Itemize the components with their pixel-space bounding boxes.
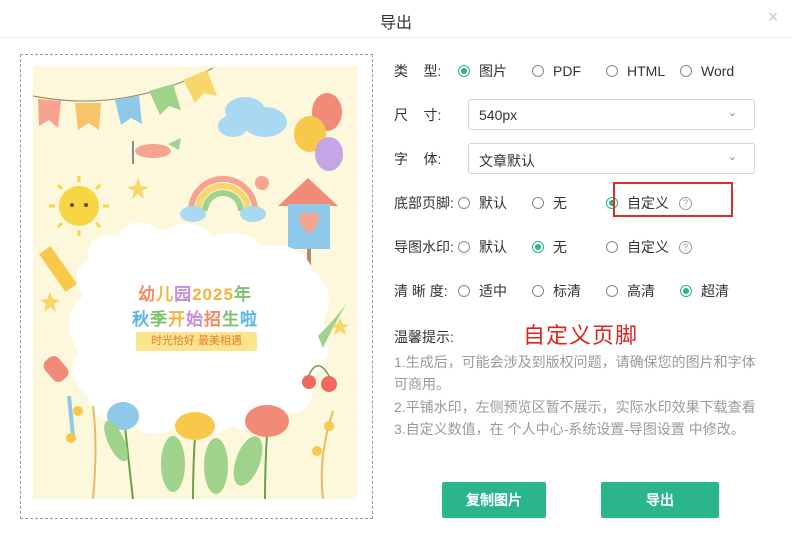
poster-title-char: 秋: [132, 310, 150, 329]
dialog-title: 导出: [379, 15, 412, 32]
tip-line: 可商用。: [394, 376, 450, 392]
size-label: 尺 寸:: [394, 107, 442, 123]
help-icon[interactable]: ?: [679, 240, 692, 254]
radio-icon: [532, 65, 544, 77]
radio-checked-icon: [532, 241, 544, 253]
option-label: 无: [553, 195, 567, 211]
radio-checked-icon: [680, 285, 692, 297]
poster-title-char: 2025: [192, 285, 234, 304]
tip-line: 3.自定义数值，在 个人中心-系统设置-导图设置 中修改。: [394, 421, 745, 437]
poster-preview: 幼儿园2025年 秋季开始招生啦 时光恰好 最美相遇: [33, 66, 357, 499]
option-label: 自定义: [627, 239, 669, 255]
font-select-value: 文章默认: [479, 153, 535, 169]
type-option-word[interactable]: Word: [680, 63, 734, 79]
poster-title-char: 园: [174, 285, 193, 304]
option-label: 适中: [479, 283, 507, 299]
radio-checked-icon: [458, 65, 470, 77]
poster-title-char: 开: [168, 310, 186, 329]
export-button[interactable]: 导出: [601, 482, 719, 518]
tip-line: 1.生成后，可能会涉及到版权问题，请确保您的图片和字体: [394, 354, 756, 370]
custom-footer-highlight: [613, 182, 733, 217]
watermark-option-custom[interactable]: 自定义?: [606, 237, 692, 257]
close-icon[interactable]: ×: [764, 8, 782, 26]
font-row: 字 体:: [394, 143, 458, 175]
tips-label: 温馨提示:: [394, 329, 454, 345]
poster-title-char: 啦: [240, 310, 258, 329]
custom-footer-annotation: 自定义页脚: [523, 324, 639, 349]
chevron-down-icon: ⌄: [727, 151, 737, 163]
watermark-option-none[interactable]: 无: [532, 237, 606, 257]
option-label: 图片: [479, 63, 507, 79]
watermark-option-default[interactable]: 默认: [458, 237, 532, 257]
poster-title-line2: 秋季开始招生啦: [33, 305, 357, 330]
option-label: 默认: [479, 195, 507, 211]
footer-option-none[interactable]: 无: [532, 193, 606, 213]
copy-image-button[interactable]: 复制图片: [442, 482, 546, 518]
poster-title-char: 儿: [156, 285, 175, 304]
clarity-option-medium[interactable]: 适中: [458, 281, 532, 301]
radio-icon: [606, 65, 618, 77]
option-label: HTML: [627, 63, 666, 79]
option-label: 超清: [701, 283, 729, 299]
poster-tagline: 时光恰好 最美相遇: [136, 332, 257, 351]
clarity-row: 清 晰 度: 适中 标清 高清 超清: [394, 275, 729, 307]
clarity-option-standard[interactable]: 标清: [532, 281, 606, 301]
size-select[interactable]: 540px ⌄: [468, 99, 755, 130]
radio-icon: [680, 65, 692, 77]
option-label: 默认: [479, 239, 507, 255]
radio-icon: [532, 285, 544, 297]
font-label: 字 体:: [394, 151, 442, 167]
option-label: 标清: [553, 283, 581, 299]
option-label: PDF: [553, 63, 581, 79]
type-row: 类 型: 图片 PDF HTML Word: [394, 55, 734, 87]
radio-icon: [606, 241, 618, 253]
tip-line: 2.平铺水印，左侧预览区暂不展示，实际水印效果下载查看: [394, 399, 756, 415]
poster-title-line1: 幼儿园2025年: [33, 280, 357, 305]
poster-title-char: 季: [150, 310, 168, 329]
preview-area: 幼儿园2025年 秋季开始招生啦 时光恰好 最美相遇: [20, 54, 373, 519]
clarity-label: 清 晰 度:: [394, 283, 448, 299]
poster-title-char: 招: [204, 310, 222, 329]
radio-icon: [532, 197, 544, 209]
poster-title-char: 年: [233, 285, 252, 304]
type-option-image[interactable]: 图片: [458, 61, 532, 81]
poster-title-char: 生: [222, 310, 240, 329]
option-label: 无: [553, 239, 567, 255]
type-option-html[interactable]: HTML: [606, 63, 680, 79]
clarity-option-ultra[interactable]: 超清: [680, 281, 729, 301]
chevron-down-icon: ⌄: [727, 107, 737, 119]
watermark-row: 导图水印: 默认 无 自定义?: [394, 231, 692, 263]
type-label: 类 型:: [394, 63, 442, 79]
option-label: 高清: [627, 283, 655, 299]
radio-icon: [458, 241, 470, 253]
poster-title-char: 始: [186, 310, 204, 329]
poster-title-char: 幼: [138, 285, 157, 304]
footer-label: 底部页脚:: [394, 195, 454, 211]
radio-icon: [606, 285, 618, 297]
size-row: 尺 寸:: [394, 99, 458, 131]
clarity-option-high[interactable]: 高清: [606, 281, 680, 301]
dialog-header: 导出 ×: [0, 0, 792, 38]
footer-option-default[interactable]: 默认: [458, 193, 532, 213]
option-label: Word: [701, 63, 735, 79]
size-select-value: 540px: [479, 107, 518, 123]
radio-icon: [458, 285, 470, 297]
type-option-pdf[interactable]: PDF: [532, 63, 606, 79]
font-select[interactable]: 文章默认 ⌄: [468, 143, 755, 174]
radio-icon: [458, 197, 470, 209]
watermark-label: 导图水印:: [394, 239, 454, 255]
